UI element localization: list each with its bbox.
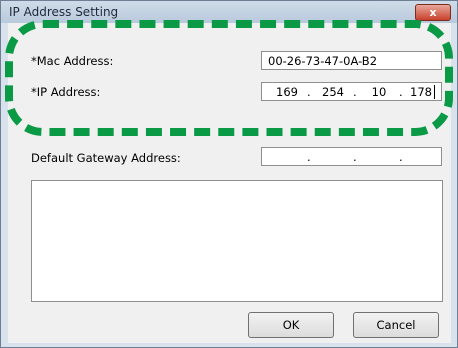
ip-octet-2[interactable]: 254 <box>318 85 348 99</box>
ip-separator: . <box>307 85 311 99</box>
ip-address-label: *IP Address: <box>31 85 101 99</box>
cancel-button[interactable]: Cancel <box>353 312 439 338</box>
mac-address-field[interactable]: 00-26-73-47-0A-B2 <box>261 51 442 70</box>
ok-button[interactable]: OK <box>248 312 334 338</box>
dialog-title: IP Address Setting <box>9 5 119 19</box>
ip-octet-1[interactable]: 169 <box>272 85 302 99</box>
mac-address-label: *Mac Address: <box>31 54 114 68</box>
gateway-separator: . <box>307 150 311 164</box>
mac-address-value: 00-26-73-47-0A-B2 <box>268 54 378 68</box>
close-icon: x <box>429 6 437 19</box>
gateway-separator: . <box>399 150 403 164</box>
ip-octet-4[interactable]: 178 <box>406 85 436 99</box>
close-button[interactable]: x <box>415 4 451 21</box>
ip-address-field[interactable]: 169 . 254 . 10 . 178 <box>261 82 442 101</box>
gateway-separator: . <box>353 150 357 164</box>
title-bar: IP Address Setting x <box>1 1 457 23</box>
message-area[interactable] <box>31 180 443 302</box>
ip-octet-3[interactable]: 10 <box>364 85 394 99</box>
default-gateway-label: Default Gateway Address: <box>31 151 181 165</box>
text-caret <box>434 85 435 99</box>
ip-address-setting-dialog: IP Address Setting x *Mac Address: 00-26… <box>0 0 458 348</box>
ip-separator: . <box>353 85 357 99</box>
default-gateway-field[interactable]: . . . <box>261 147 442 166</box>
dialog-body: *Mac Address: 00-26-73-47-0A-B2 *IP Addr… <box>8 23 451 343</box>
ip-separator: . <box>399 85 403 99</box>
